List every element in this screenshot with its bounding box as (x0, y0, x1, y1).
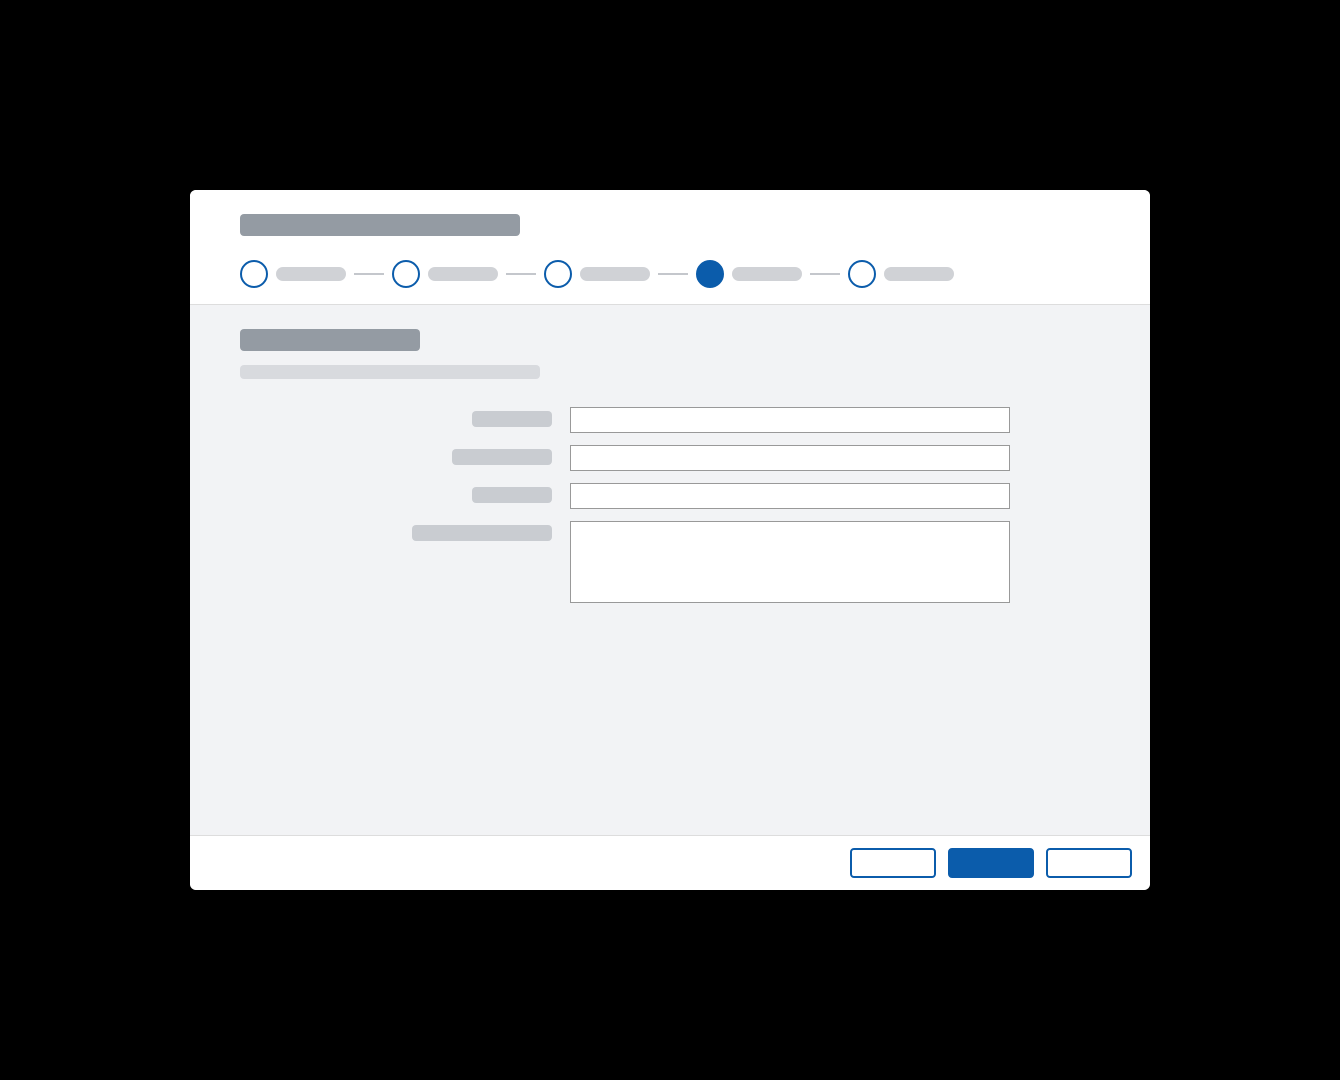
step-5[interactable] (848, 260, 954, 288)
field-label (472, 411, 552, 427)
step-connector (658, 273, 688, 275)
field-label (452, 449, 552, 465)
step-circle-icon (240, 260, 268, 288)
wizard-footer (190, 835, 1150, 890)
back-button[interactable] (850, 848, 936, 878)
wizard-title (240, 214, 520, 236)
step-circle-icon (696, 260, 724, 288)
wizard-window (190, 190, 1150, 890)
field-label (472, 487, 552, 503)
step-label (428, 267, 498, 281)
form-row (240, 483, 1100, 509)
step-connector (506, 273, 536, 275)
wizard-body (190, 305, 1150, 835)
step-label (580, 267, 650, 281)
step-connector (354, 273, 384, 275)
step-circle-icon (392, 260, 420, 288)
wizard-stepper (240, 260, 1100, 288)
step-circle-icon (544, 260, 572, 288)
step-3[interactable] (544, 260, 650, 288)
text-input-3[interactable] (570, 483, 1010, 509)
cancel-button[interactable] (1046, 848, 1132, 878)
step-connector (810, 273, 840, 275)
form-row (240, 407, 1100, 433)
step-1[interactable] (240, 260, 346, 288)
form-row (240, 445, 1100, 471)
text-input-1[interactable] (570, 407, 1010, 433)
step-label (276, 267, 346, 281)
step-label (884, 267, 954, 281)
step-4[interactable] (696, 260, 802, 288)
form-row (240, 521, 1100, 603)
step-2[interactable] (392, 260, 498, 288)
section-title (240, 329, 420, 351)
text-input-2[interactable] (570, 445, 1010, 471)
step-circle-icon (848, 260, 876, 288)
step-label (732, 267, 802, 281)
field-label (412, 525, 552, 541)
section-description (240, 365, 540, 379)
wizard-header (190, 190, 1150, 305)
next-button[interactable] (948, 848, 1034, 878)
textarea-input[interactable] (570, 521, 1010, 603)
